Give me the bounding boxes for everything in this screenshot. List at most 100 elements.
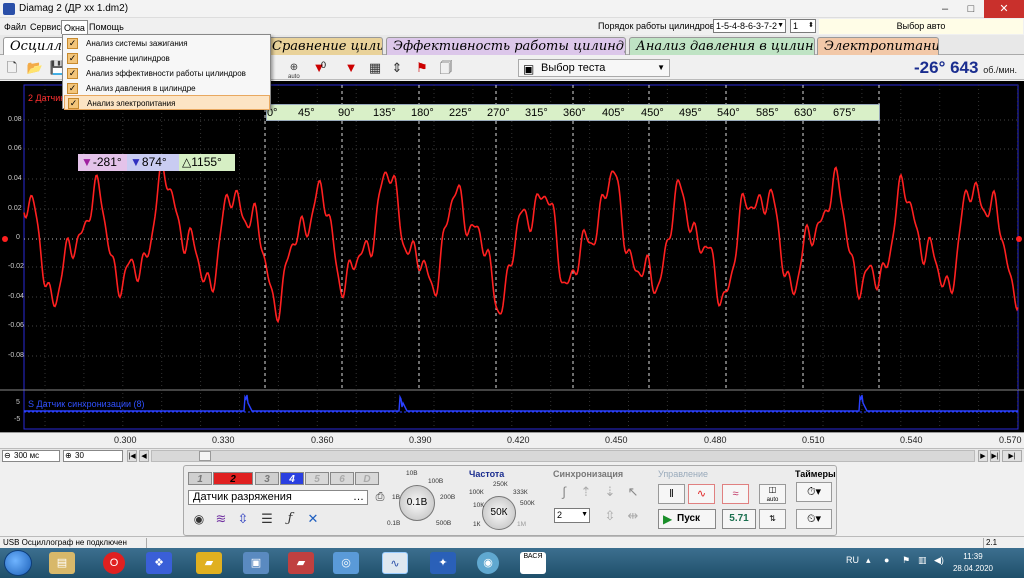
zero-marker-left: [2, 236, 8, 242]
scroll-last-button[interactable]: ▶|: [1002, 450, 1022, 462]
app-settings-icon[interactable]: ✦: [430, 552, 456, 574]
pause-button[interactable]: ‖: [658, 484, 685, 504]
start-button[interactable]: [4, 550, 32, 576]
sync-edge-icon[interactable]: ∫: [555, 483, 573, 501]
scroll-prev-button[interactable]: ◀: [139, 450, 149, 462]
maximize-button[interactable]: □: [958, 0, 984, 18]
sync-channel-select[interactable]: 2 ▼: [554, 508, 590, 523]
app-vasya-icon[interactable]: ВАСЯ: [520, 552, 546, 574]
channel-2-button[interactable]: 2: [213, 472, 253, 485]
sync-cursor-icon[interactable]: ↖: [624, 483, 642, 501]
channel-5-button[interactable]: 5: [305, 472, 329, 485]
auto-scale-button[interactable]: ⇅: [759, 509, 786, 529]
menu-item-pressure-analysis[interactable]: ✓ Анализ давления в цилиндре: [64, 81, 270, 96]
auto-select[interactable]: Выбор авто: [819, 19, 1023, 34]
new-file-icon[interactable]: 🗋: [3, 59, 21, 77]
app-car-icon[interactable]: ▰: [196, 552, 222, 574]
app-diagnostics-icon[interactable]: ▣: [243, 552, 269, 574]
frequency-mark: 100К: [469, 489, 484, 496]
vertical-move-icon[interactable]: ⇳: [234, 510, 252, 528]
scroll-play-button[interactable]: ▶|: [990, 450, 1000, 462]
tray-arrow-icon[interactable]: ▴: [866, 555, 871, 566]
lines-icon[interactable]: ☰: [258, 510, 276, 528]
sine-wave-button[interactable]: ∿: [688, 484, 715, 504]
scope-canvas[interactable]: [0, 81, 1024, 432]
degree-scale: 0° 45° 90° 135° 180° 225° 270° 315° 360°…: [266, 104, 880, 121]
menu-help[interactable]: Помощь: [87, 20, 126, 34]
menu-item-efficiency-analysis[interactable]: ✓ Анализ эффективности работы цилиндров: [64, 66, 270, 81]
table-icon[interactable]: ▦: [366, 59, 384, 77]
tray-network-icon[interactable]: ▥: [918, 555, 927, 566]
menu-service[interactable]: Сервис: [28, 20, 63, 34]
sync-rise-icon[interactable]: ⇡: [577, 483, 595, 501]
menu-item-ignition-analysis[interactable]: ✓ Анализ системы зажигания: [64, 36, 270, 51]
print-icon[interactable]: ⎙: [371, 488, 389, 506]
sync-horizontal-icon[interactable]: ⇹: [624, 507, 642, 525]
scroll-first-button[interactable]: |◀: [127, 450, 137, 462]
noise-wave-button[interactable]: ≈: [722, 484, 749, 504]
tab-cylinder-efficiency[interactable]: Эффективность работы цилиндров: [386, 37, 626, 55]
waveform-icon[interactable]: ≋: [212, 510, 230, 528]
opera-icon[interactable]: O: [103, 552, 125, 574]
scroll-thumb[interactable]: [199, 451, 211, 461]
channel-1-button[interactable]: 1: [188, 472, 212, 485]
diamag-taskbar-icon[interactable]: ∿: [382, 552, 408, 574]
clock-date: 28.04.2020: [952, 564, 994, 573]
zero-icon[interactable]: 0 ▼: [310, 59, 328, 77]
minimize-button[interactable]: –: [932, 0, 958, 18]
menu-item-cylinder-compare[interactable]: ✓ Сравнение цилиндров: [64, 51, 270, 66]
test-select[interactable]: ▣ Выбор теста ▼: [518, 59, 670, 77]
channel-3-button[interactable]: 3: [255, 472, 279, 485]
sensor-select[interactable]: Датчик разряжения …: [188, 490, 368, 505]
marker-flag-icon[interactable]: ⚑: [413, 59, 431, 77]
app-disk-icon[interactable]: ◎: [333, 552, 359, 574]
tools-icon[interactable]: ✕: [304, 510, 322, 528]
frequency-knob[interactable]: 50К: [482, 496, 516, 530]
tray-flag-icon[interactable]: ⚑: [902, 555, 910, 566]
timer-start-button[interactable]: ⏱▾: [796, 482, 832, 502]
sync-fall-icon[interactable]: ⇣: [601, 483, 619, 501]
vertical-split-icon[interactable]: ⇕: [388, 59, 406, 77]
filter-icon[interactable]: ▼: [342, 59, 360, 77]
timer-reset-button[interactable]: ⏲▾: [796, 509, 832, 529]
channel-4-button[interactable]: 4: [280, 472, 304, 485]
menu-item-label: Анализ системы зажигания: [86, 39, 188, 48]
eye-icon[interactable]: ◉: [190, 510, 208, 528]
channel-6-button[interactable]: 6: [330, 472, 354, 485]
voltage-knob[interactable]: 0.1В: [399, 485, 435, 521]
tab-power-supply[interactable]: Электропитание: [817, 37, 939, 55]
cylinder-order-select[interactable]: 1-5-4-8-6-3-7-2 ▼: [713, 19, 786, 33]
menu-windows[interactable]: Окна: [61, 20, 88, 34]
measure-value-button[interactable]: 5.71: [722, 509, 756, 529]
oscilloscope-view[interactable]: 2 Датчик разряжения S Датчик синхронизац…: [0, 81, 1024, 432]
auto-scale-icon[interactable]: auto ⊕: [285, 59, 303, 80]
delta-value: 1155°: [191, 155, 222, 169]
cylinder-number-select[interactable]: 1 ⬍: [790, 19, 816, 33]
time-scale-select[interactable]: ⊖ 300 мс: [2, 450, 60, 462]
tray-app-icon[interactable]: ●: [884, 555, 889, 565]
menu-file[interactable]: Файл: [2, 20, 28, 34]
sync-tick: 5: [16, 399, 20, 406]
scroll-next-button[interactable]: ▶: [978, 450, 988, 462]
scroll-track[interactable]: [151, 450, 975, 462]
y-tick: 0.02: [8, 205, 22, 212]
menu-item-power-analysis[interactable]: ✓ Анализ электропитания: [64, 95, 270, 110]
tab-oscilloscope[interactable]: Осциллограф: [3, 37, 65, 55]
clock[interactable]: 11:39 28.04.2020: [950, 551, 996, 575]
explorer-icon[interactable]: ▤: [49, 552, 75, 574]
tab-pressure-analysis[interactable]: Анализ давления в цилиндре: [629, 37, 815, 55]
document-icon[interactable]: 🗍: [437, 59, 455, 77]
app-auto-icon[interactable]: ▰: [288, 552, 314, 574]
run-button[interactable]: ▶ Пуск: [658, 509, 716, 529]
channel-d-button[interactable]: D: [355, 472, 379, 485]
open-folder-icon[interactable]: 📂: [26, 59, 44, 77]
function-icon[interactable]: ƒ: [281, 510, 299, 528]
language-indicator[interactable]: RU: [846, 555, 859, 565]
auto-camera-button[interactable]: ◫ auto: [759, 484, 786, 504]
zoom-select[interactable]: ⊕ 30: [63, 450, 123, 462]
sync-vertical-icon[interactable]: ⇳: [601, 507, 619, 525]
close-button[interactable]: ✕: [984, 0, 1024, 18]
tray-volume-icon[interactable]: ◀): [934, 555, 944, 566]
app-globe-icon[interactable]: ◉: [477, 552, 499, 574]
app-network-icon[interactable]: ❖: [146, 552, 172, 574]
